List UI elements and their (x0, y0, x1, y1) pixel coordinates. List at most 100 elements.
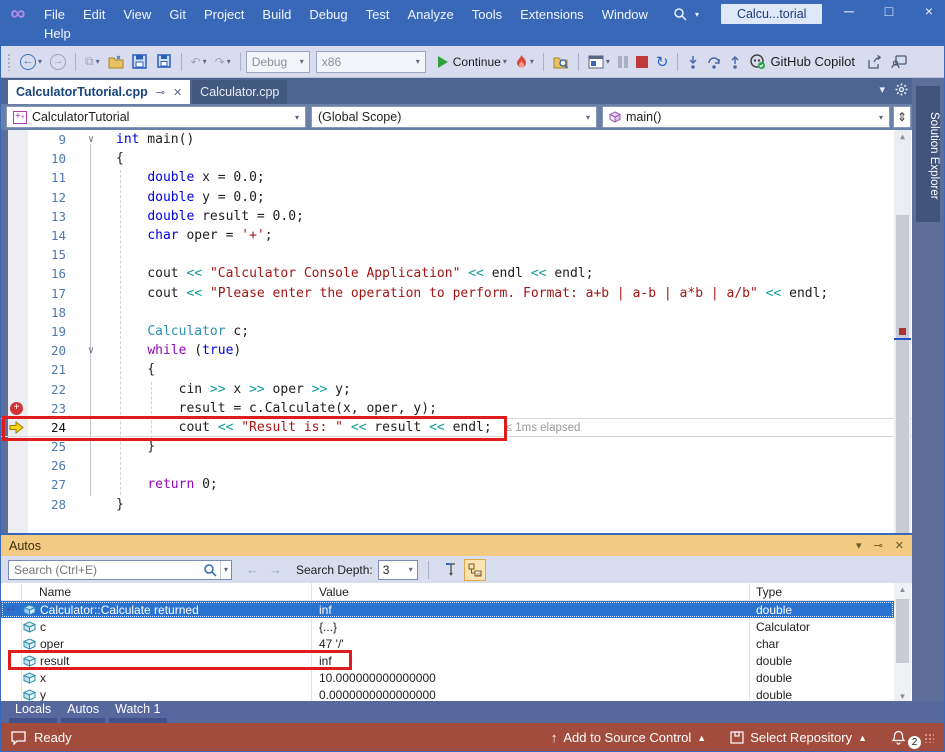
menu-item-analyze[interactable]: Analyze (398, 5, 462, 24)
search-depth-combo[interactable]: 3▾ (378, 560, 418, 580)
redo-button[interactable]: ↷▾ (213, 51, 233, 73)
fold-collapse-icon[interactable]: ∨ (78, 134, 104, 145)
menu-item-project[interactable]: Project (195, 5, 253, 24)
find-in-files-button[interactable] (551, 51, 571, 73)
share-button[interactable] (865, 51, 885, 73)
hot-reload-button[interactable]: ▾ (513, 51, 536, 73)
variable-value[interactable]: inf (311, 603, 749, 617)
save-all-button[interactable] (153, 51, 174, 73)
github-copilot-button[interactable]: GitHub Copilot (747, 51, 861, 73)
tab-calculator-cpp[interactable]: Calculator.cpp (192, 80, 287, 104)
code-line-13[interactable]: 13 double result = 0.0; (1, 207, 912, 226)
continue-button[interactable]: Continue▾ (436, 51, 509, 73)
navigate-back-button[interactable]: ←▾ (18, 51, 44, 73)
variable-name[interactable]: Calculator::Calculate returned (21, 603, 311, 617)
menu-item-git[interactable]: Git (160, 5, 195, 24)
variable-name[interactable]: c (21, 620, 311, 634)
code-line-22[interactable]: 22 cin >> x >> oper >> y; (1, 379, 912, 398)
menu-item-tools[interactable]: Tools (463, 5, 511, 24)
code-line-20[interactable]: 20∨ while (true) (1, 341, 912, 360)
scroll-up-icon[interactable]: ▲ (894, 132, 911, 141)
code-line-14[interactable]: 14 char oper = '+'; (1, 226, 912, 245)
code-line-26[interactable]: 26 (1, 456, 912, 475)
code-line-18[interactable]: 18 (1, 303, 912, 322)
code-line-17[interactable]: 17 cout << "Please enter the operation t… (1, 284, 912, 303)
close-tab-icon[interactable]: ✕ (173, 86, 182, 99)
code-line-9[interactable]: 9∨int main() (1, 130, 912, 149)
save-button[interactable] (130, 51, 149, 73)
search-forward-icon[interactable]: → (269, 562, 282, 577)
pin-panel-icon[interactable]: ⊸ (874, 539, 883, 552)
autos-scrollbar[interactable]: ▲ ▼ (894, 583, 911, 703)
column-type[interactable]: Type (756, 585, 782, 599)
variable-name[interactable]: oper (21, 637, 311, 651)
scroll-down-icon[interactable]: ▼ (894, 692, 911, 701)
menu-item-edit[interactable]: Edit (74, 5, 114, 24)
active-files-dropdown-icon[interactable]: ▾ (879, 83, 885, 96)
menu-item-help[interactable]: Help (35, 24, 80, 43)
step-into-button[interactable] (685, 51, 701, 73)
scrollbar-thumb[interactable] (896, 215, 909, 533)
undo-button[interactable]: ↶▾ (189, 51, 209, 73)
pin-icon[interactable]: ⊸ (156, 86, 165, 99)
tab-calculatortutorial-cpp[interactable]: CalculatorTutorial.cpp ⊸ ✕ (8, 80, 190, 104)
maximize-button[interactable]: □ (882, 3, 896, 19)
code-line-21[interactable]: 21 { (1, 360, 912, 379)
close-button[interactable]: × (922, 3, 936, 19)
search-options-icon[interactable]: ▾ (224, 565, 228, 574)
resize-grip[interactable] (924, 733, 934, 743)
variable-value[interactable]: {...} (311, 620, 749, 634)
restart-button[interactable]: ↻ (654, 51, 671, 73)
autos-row-x[interactable]: x10.000000000000000double (1, 669, 894, 686)
code-editor[interactable]: 9∨int main()10{11 double x = 0.0;12 doub… (1, 130, 912, 533)
menu-item-file[interactable]: File (35, 5, 74, 24)
project-dropdown[interactable]: ++ CalculatorTutorial▾ (6, 106, 306, 128)
code-line-11[interactable]: 11 double x = 0.0; (1, 168, 912, 187)
tool-tab-locals[interactable]: Locals (9, 701, 57, 723)
scroll-up-icon[interactable]: ▲ (894, 585, 911, 594)
tool-tab-watch-1[interactable]: Watch 1 (109, 701, 166, 723)
code-line-15[interactable]: 15 (1, 245, 912, 264)
toggle-format-icon[interactable]: ab (464, 559, 486, 581)
new-project-button[interactable]: ⧉▾ (83, 51, 102, 73)
variable-name[interactable]: y (21, 688, 311, 702)
menu-item-window[interactable]: Window (593, 5, 657, 24)
window-position-icon[interactable]: ▾ (856, 539, 862, 552)
variable-value[interactable]: 0.0000000000000000 (311, 688, 749, 702)
step-out-button[interactable] (727, 51, 743, 73)
feedback-button[interactable] (889, 51, 909, 73)
stop-debugging-button[interactable] (634, 51, 650, 73)
flag-pin-icon[interactable] (444, 562, 458, 577)
menu-item-test[interactable]: Test (357, 5, 399, 24)
menu-item-debug[interactable]: Debug (300, 5, 356, 24)
function-dropdown[interactable]: main()▾ (602, 106, 890, 128)
fold-collapse-icon[interactable]: ∨ (78, 345, 104, 356)
menu-item-view[interactable]: View (114, 5, 160, 24)
variable-value[interactable]: 10.000000000000000 (311, 671, 749, 685)
scope-dropdown[interactable]: (Global Scope)▾ (311, 106, 597, 128)
search-back-icon[interactable]: ← (246, 562, 259, 577)
code-line-16[interactable]: 16 cout << "Calculator Console Applicati… (1, 264, 912, 283)
navigate-forward-button[interactable]: → (48, 51, 68, 73)
menu-item-extensions[interactable]: Extensions (511, 5, 593, 24)
toolbar-grip[interactable] (7, 53, 12, 71)
variable-name[interactable]: x (21, 671, 311, 685)
solution-configuration-combo[interactable]: Debug▾ (246, 51, 310, 73)
breakpoint-icon[interactable]: + (10, 402, 23, 415)
add-to-source-control-button[interactable]: ↑ Add to Source Control ▲ (543, 730, 714, 745)
variable-value[interactable]: 47 '/' (311, 637, 749, 651)
open-file-button[interactable] (106, 51, 126, 73)
code-line-10[interactable]: 10{ (1, 149, 912, 168)
code-line-12[interactable]: 12 double y = 0.0; (1, 188, 912, 207)
editor-scrollbar[interactable]: ▲ (894, 130, 911, 533)
variable-value[interactable]: inf (311, 654, 749, 668)
autos-row-calculator-calculate-returned[interactable]: ↵Calculator::Calculate returnedinfdouble (1, 601, 894, 618)
notifications-button[interactable]: 2 (883, 730, 914, 745)
minimize-button[interactable]: ─ (842, 3, 856, 19)
menu-item-build[interactable]: Build (253, 5, 300, 24)
autos-row-c[interactable]: c{...}Calculator (1, 618, 894, 635)
scrollbar-thumb[interactable] (896, 599, 909, 663)
column-name[interactable]: Name (39, 585, 71, 599)
code-line-19[interactable]: 19 Calculator c; (1, 322, 912, 341)
tool-tab-autos[interactable]: Autos (61, 701, 105, 723)
